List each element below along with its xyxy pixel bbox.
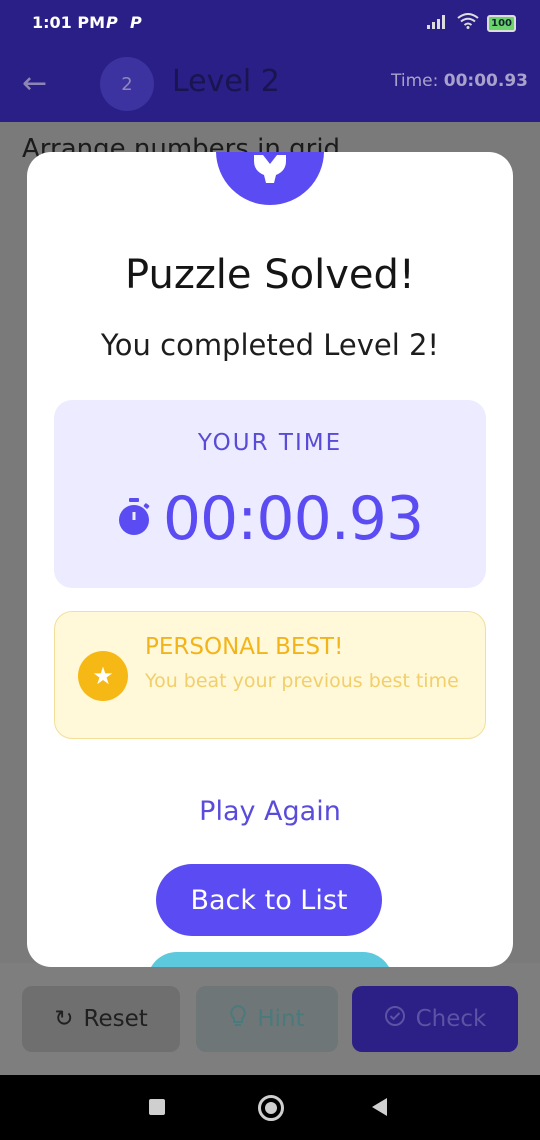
personal-best-description: You beat your previous best time [145,670,459,692]
level-badge: 2 [100,57,154,111]
system-nav-bar [0,1075,540,1140]
nav-back-icon[interactable] [372,1098,387,1116]
hint-label: Hint [257,1006,305,1032]
play-again-button[interactable]: Play Again [27,796,513,827]
dialog-subtitle: You completed Level 2! [100,328,440,362]
personal-best-card: ★ PERSONAL BEST! You beat your previous … [54,611,486,739]
status-bar: 1:01 PM P P 100 [0,0,540,46]
reset-label: Reset [83,1006,148,1032]
dialog-title: Puzzle Solved! [125,252,415,298]
trophy-badge [216,152,324,205]
your-time-value: 00:00.93 [162,484,424,554]
back-arrow-icon[interactable]: ← [22,66,47,101]
check-circle-icon [384,1005,406,1033]
your-time-label: YOUR TIME [197,430,343,456]
trophy-icon [254,155,286,183]
timer: Time: 00:00.93 [391,71,528,91]
back-to-list-button[interactable]: Back to List [156,864,382,936]
star-icon: ★ [78,651,128,701]
notification-icon: P [106,13,118,32]
level-title: Level 2 [172,64,280,99]
timer-value: 00:00.93 [443,71,528,91]
game-controls: ↻ Reset Hint Check [0,963,540,1075]
hint-button[interactable]: Hint [196,986,338,1052]
status-time: 1:01 PM [32,13,106,32]
reset-button[interactable]: ↻ Reset [22,986,180,1052]
home-icon[interactable] [258,1095,284,1121]
check-label: Check [415,1006,487,1032]
puzzle-solved-dialog: Puzzle Solved! You completed Level 2! YO… [27,152,513,967]
battery-icon: 100 [487,14,516,32]
check-button[interactable]: Check [352,986,518,1052]
stopwatch-icon [117,498,151,540]
notification-icon: P [130,13,142,32]
time-row: 00:00.93 [54,484,486,554]
app-bar: ← 2 Level 2 Time: 00:00.93 [0,46,540,122]
personal-best-title: PERSONAL BEST! [145,634,344,660]
recents-icon[interactable] [149,1099,165,1115]
your-time-card: YOUR TIME 00:00.93 [54,400,486,588]
refresh-icon: ↻ [54,1006,74,1032]
next-level-button[interactable] [147,952,393,967]
timer-label: Time: [391,71,439,91]
wifi-icon [457,13,479,33]
lightbulb-icon [229,1004,247,1034]
signal-icon [427,14,449,33]
